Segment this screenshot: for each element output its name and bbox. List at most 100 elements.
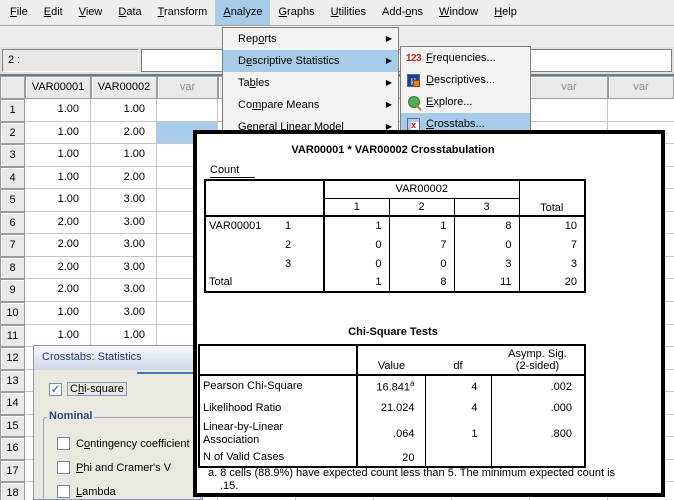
chi-header-df: df: [425, 345, 491, 375]
dialog-title-bar[interactable]: Crosstabs: Statistics: [34, 346, 202, 370]
data-cell[interactable]: 3.00: [91, 257, 157, 280]
checkbox-unchecked[interactable]: [57, 461, 70, 474]
menu-item-compare-means[interactable]: Compare Means▶: [223, 94, 398, 116]
menu-add-ons[interactable]: Add-ons: [374, 0, 431, 25]
row-number[interactable]: 12: [0, 347, 25, 370]
menu-edit[interactable]: Edit: [36, 0, 71, 25]
data-cell[interactable]: 1.00: [91, 99, 157, 122]
column-header-var[interactable]: var: [608, 76, 674, 99]
data-cell[interactable]: 2.00: [91, 167, 157, 190]
row-number[interactable]: 10: [0, 302, 25, 325]
menu-help[interactable]: Help: [486, 0, 525, 25]
menu-item-explore[interactable]: Explore...: [401, 91, 530, 113]
crosstab-cell: 7: [519, 235, 585, 254]
row-number[interactable]: 8: [0, 257, 25, 280]
chi-value-cell: 21.024: [357, 397, 425, 419]
row-number[interactable]: 4: [0, 167, 25, 190]
row-number[interactable]: 16: [0, 437, 25, 460]
data-cell[interactable]: 1.00: [25, 302, 91, 325]
submenu-arrow-icon: ▶: [386, 72, 392, 94]
menu-item-tables[interactable]: Tables▶: [223, 72, 398, 94]
data-cell[interactable]: 3.00: [91, 302, 157, 325]
row-number[interactable]: 15: [0, 415, 25, 438]
menu-item-descriptive-statistics[interactable]: Descriptive Statistics▶: [223, 50, 398, 72]
menu-graphs[interactable]: Graphs: [270, 0, 322, 25]
data-cell[interactable]: 1.00: [25, 189, 91, 212]
row-number[interactable]: 17: [0, 460, 25, 483]
crosstab-cell: 20: [519, 273, 585, 292]
menu-view[interactable]: View: [71, 0, 111, 25]
chi-value-cell: 16.841a: [357, 375, 425, 397]
crosstab-layer-label: Count: [210, 164, 255, 178]
column-header-var00001[interactable]: VAR00001: [25, 76, 91, 99]
menu-transform[interactable]: Transform: [150, 0, 216, 25]
lambda-label[interactable]: Lambda: [76, 486, 116, 498]
row-number[interactable]: 1: [0, 99, 25, 122]
row-number[interactable]: 2: [0, 122, 25, 145]
check-icon: ✓: [50, 384, 60, 395]
data-cell[interactable]: 1.00: [91, 144, 157, 167]
menu-item-frequencies[interactable]: 123 Frequencies...: [401, 47, 530, 69]
chi-header-value: Value: [357, 345, 425, 375]
chi-df-cell: 4: [425, 375, 491, 397]
data-cell[interactable]: 2.00: [25, 257, 91, 280]
crosstab-cell: 10: [519, 216, 585, 235]
crosstab-cell: 3: [454, 254, 519, 273]
explore-icon: [408, 96, 420, 108]
chi-row-label: Pearson Chi-Square: [199, 375, 357, 397]
row-number[interactable]: 7: [0, 234, 25, 257]
row-number[interactable]: 14: [0, 392, 25, 415]
data-cell[interactable]: 3.00: [91, 279, 157, 302]
checkbox-checked[interactable]: ✓: [49, 383, 62, 396]
row-number[interactable]: 9: [0, 279, 25, 302]
data-cell[interactable]: 1.00: [25, 122, 91, 145]
row-number[interactable]: 5: [0, 189, 25, 212]
chi-row-label: Linear-by-Linear Association: [199, 419, 357, 449]
data-cell[interactable]: 1.00: [25, 99, 91, 122]
menu-item-descriptives[interactable]: μ Descriptives...: [401, 69, 530, 91]
contingency-coefficient-label[interactable]: Contingency coefficient: [76, 438, 190, 450]
data-cell[interactable]: 2.00: [25, 212, 91, 235]
chi-value-cell: .064: [357, 419, 425, 449]
column-header-var[interactable]: var: [157, 76, 218, 99]
menu-utilities[interactable]: Utilities: [323, 0, 374, 25]
data-cell[interactable]: 1.00: [25, 325, 91, 348]
menu-analyze[interactable]: Analyze: [215, 0, 270, 25]
data-cell[interactable]: 1.00: [91, 325, 157, 348]
chi-square-checkbox-label[interactable]: Chi-square: [67, 382, 127, 396]
chi-header-sig: Asymp. Sig.(2-sided): [491, 345, 585, 375]
column-header-var[interactable]: var: [530, 76, 608, 99]
data-cell[interactable]: 2.00: [91, 122, 157, 145]
chi-square-checkbox-row: ✓ Chi-square: [49, 382, 127, 396]
row-number[interactable]: 11: [0, 325, 25, 348]
data-cell[interactable]: [157, 99, 218, 122]
phi-cramers-v-label[interactable]: Phi and Cramer's V: [76, 462, 171, 474]
menu-file[interactable]: File: [2, 0, 36, 25]
row-number[interactable]: 3: [0, 144, 25, 167]
checkbox-unchecked[interactable]: [57, 485, 70, 498]
row-number[interactable]: 6: [0, 212, 25, 235]
crosstab-cell: 11: [454, 273, 519, 292]
checkbox-unchecked[interactable]: [57, 437, 70, 450]
menu-item-reports[interactable]: Reports▶: [223, 28, 398, 50]
data-cell[interactable]: 1.00: [25, 144, 91, 167]
phi-cramers-v-checkbox-row: Phi and Cramer's V: [57, 461, 171, 474]
data-cell[interactable]: 3.00: [91, 189, 157, 212]
chi-sig-cell: [491, 449, 585, 467]
data-cell[interactable]: 3.00: [91, 234, 157, 257]
descriptive-statistics-submenu: 123 Frequencies... μ Descriptives... Exp…: [400, 46, 531, 138]
data-cell[interactable]: 3.00: [91, 212, 157, 235]
row-number[interactable]: 18: [0, 482, 25, 500]
chi-df-cell: [425, 449, 491, 467]
chi-square-title: Chi-Square Tests: [197, 326, 589, 338]
column-header-var00002[interactable]: VAR00002: [91, 76, 157, 99]
row-number[interactable]: 13: [0, 370, 25, 393]
data-cell[interactable]: 2.00: [25, 279, 91, 302]
chi-sig-cell: .002: [491, 375, 585, 397]
chi-sig-cell: .800: [491, 419, 585, 449]
data-cell[interactable]: 1.00: [25, 167, 91, 190]
data-cell[interactable]: 2.00: [25, 234, 91, 257]
menu-window[interactable]: Window: [431, 0, 486, 25]
menu-data[interactable]: Data: [110, 0, 149, 25]
crosstab-cell: 0: [389, 254, 454, 273]
